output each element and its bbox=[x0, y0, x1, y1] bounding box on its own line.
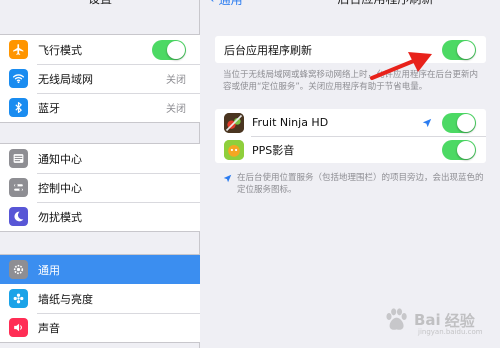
pps-toggle[interactable] bbox=[442, 139, 476, 160]
sidebar-item-bluetooth[interactable]: 蓝牙 关闭 bbox=[0, 93, 200, 122]
sidebar-item-airplane-mode[interactable]: 飞行模式 bbox=[0, 35, 200, 64]
app-row-fruit-ninja[interactable]: Fruit Ninja HD bbox=[215, 109, 486, 136]
sidebar-item-do-not-disturb[interactable]: 勿扰模式 bbox=[0, 202, 200, 231]
gear-icon bbox=[9, 260, 28, 279]
app-name: PPS影音 bbox=[252, 143, 295, 157]
background-refresh-row[interactable]: 后台应用程序刷新 bbox=[215, 36, 486, 63]
location-arrow-icon bbox=[422, 118, 432, 127]
moon-icon bbox=[9, 207, 28, 226]
airplane-mode-toggle[interactable] bbox=[152, 39, 186, 60]
paw-icon bbox=[386, 308, 407, 330]
sidebar-item-notification-center[interactable]: 通知中心 bbox=[0, 144, 200, 173]
watermark-brand: Bai bbox=[414, 311, 441, 329]
wifi-icon bbox=[9, 69, 28, 88]
wifi-status-value: 关闭 bbox=[166, 75, 186, 86]
background-refresh-toggle[interactable] bbox=[442, 39, 476, 60]
location-footnote: 在后台使用位置服务（包括地理围栏）的项目旁边，会出现蓝色的定位服务图标。 bbox=[223, 172, 485, 196]
sidebar-item-label: 蓝牙 bbox=[38, 101, 60, 115]
fruit-ninja-icon bbox=[224, 112, 244, 133]
background-refresh-master-group: 后台应用程序刷新 bbox=[215, 36, 486, 63]
sidebar-item-label: 控制中心 bbox=[38, 181, 82, 195]
sidebar-item-wallpaper-brightness[interactable]: 墙纸与亮度 bbox=[0, 284, 200, 313]
bluetooth-icon bbox=[9, 98, 28, 117]
annotation-arrow-icon bbox=[370, 52, 432, 80]
sidebar-item-control-center[interactable]: 控制中心 bbox=[0, 173, 200, 202]
sound-icon bbox=[9, 318, 28, 337]
location-footnote-text: 在后台使用位置服务（包括地理围栏）的项目旁边，会出现蓝色的定位服务图标。 bbox=[237, 173, 484, 195]
sidebar-item-general[interactable]: 通用 bbox=[0, 255, 200, 284]
sidebar-item-label: 无线局域网 bbox=[38, 72, 93, 86]
pps-icon bbox=[224, 139, 244, 160]
page-title: 后台应用程序刷新 bbox=[201, 0, 500, 8]
sidebar-item-label: 勿扰模式 bbox=[38, 210, 82, 224]
location-arrow-icon bbox=[223, 174, 232, 183]
settings-group-general: 通用 墙纸与亮度 声音 bbox=[0, 254, 200, 343]
watermark-url: jingyan.baidu.com bbox=[418, 328, 483, 336]
baidu-watermark: Bai 经验 jingyan.baidu.com bbox=[382, 300, 494, 340]
sidebar-item-label: 声音 bbox=[38, 321, 60, 335]
sidebar-item-label: 通知中心 bbox=[38, 152, 82, 166]
sidebar-title: 设置 bbox=[0, 0, 200, 8]
sidebar-item-label: 通用 bbox=[38, 263, 60, 277]
app-name: Fruit Ninja HD bbox=[252, 116, 329, 129]
notification-center-icon bbox=[9, 149, 28, 168]
settings-sidebar: 设置 飞行模式 无线局域网 关闭 蓝牙 关闭 bbox=[0, 0, 200, 348]
fruit-ninja-toggle[interactable] bbox=[442, 112, 476, 133]
app-list-group: Fruit Ninja HD PPS影音 bbox=[215, 109, 486, 163]
wallpaper-icon bbox=[9, 289, 28, 308]
settings-group-connectivity: 飞行模式 无线局域网 关闭 蓝牙 关闭 bbox=[0, 34, 200, 123]
sidebar-item-wifi[interactable]: 无线局域网 关闭 bbox=[0, 64, 200, 93]
sidebar-item-label: 飞行模式 bbox=[38, 43, 82, 57]
bluetooth-status-value: 关闭 bbox=[166, 104, 186, 115]
sidebar-item-sounds[interactable]: 声音 bbox=[0, 313, 200, 342]
control-center-icon bbox=[9, 178, 28, 197]
detail-pane: ‹ 通用 后台应用程序刷新 后台应用程序刷新 当位于无线局域网或蜂窝移动网络上时… bbox=[201, 0, 500, 348]
settings-group-notifications: 通知中心 控制中心 勿扰模式 bbox=[0, 143, 200, 232]
sidebar-item-label: 墙纸与亮度 bbox=[38, 292, 93, 306]
app-row-pps[interactable]: PPS影音 bbox=[215, 136, 486, 163]
background-refresh-footnote: 当位于无线局域网或蜂窝移动网络上时，允许应用程序在后台更新内容或使用“定位服务”… bbox=[223, 70, 479, 92]
airplane-icon bbox=[9, 40, 28, 59]
